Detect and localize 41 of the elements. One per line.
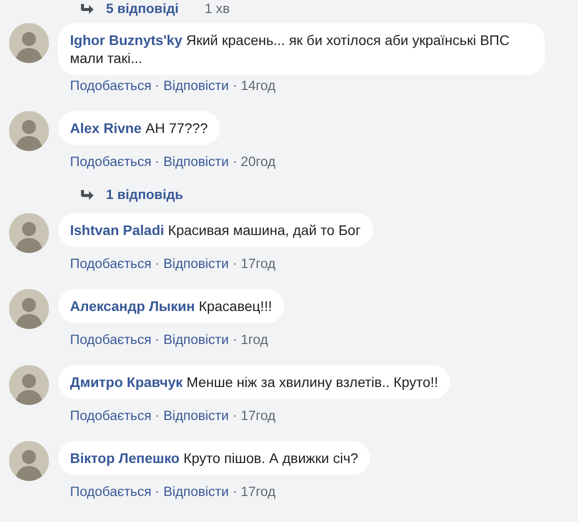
author-name-link[interactable]: Ighor Buznyts'ky (70, 32, 182, 48)
comment-time: 20год (240, 154, 276, 170)
reply-link[interactable]: Відповісти (163, 154, 229, 170)
like-link[interactable]: Подобається (70, 256, 152, 272)
author-name-link[interactable]: Alex Rivne (70, 120, 142, 136)
reply-link[interactable]: Відповісти (163, 484, 229, 500)
reply-link[interactable]: Відповісти (163, 408, 229, 424)
like-link[interactable]: Подобається (70, 408, 152, 424)
avatar[interactable] (9, 365, 49, 405)
comment-time: 14год (240, 78, 276, 94)
author-name-link[interactable]: Александр Лыкин (70, 298, 195, 314)
reply-arrow-icon (80, 190, 94, 200)
avatar[interactable] (9, 23, 49, 63)
avatar[interactable] (9, 111, 49, 151)
author-name-link[interactable]: Дмитро Кравчук (70, 374, 183, 390)
comment-text: Віктор Лепешко Круто пішов. А движки січ? (70, 449, 358, 467)
comment-text: Alex Rivne АН 77??? (70, 119, 208, 137)
comment-text: Ishtvan Paladi Красивая машина, дай то Бог (70, 221, 361, 239)
like-link[interactable]: Подобається (70, 154, 152, 170)
like-link[interactable]: Подобається (70, 484, 152, 500)
replies-link[interactable]: 5 відповіді (106, 1, 179, 17)
comment-text: Ighor Buznyts'ky Який красень... як би хотілося аби українські ВПС мали такі... (70, 31, 510, 67)
replies-link[interactable]: 1 відповідь (106, 187, 184, 203)
like-link[interactable]: Подобається (70, 332, 152, 348)
comment-text: Дмитро Кравчук Менше ніж за хвилину взлетів.. Круто!! (70, 373, 438, 391)
avatar[interactable] (9, 289, 49, 329)
reply-time: 1 хв (204, 1, 230, 17)
comment-time: 1год (240, 332, 268, 348)
reply-link[interactable]: Відповісти (163, 78, 229, 94)
like-link[interactable]: Подобається (70, 78, 152, 94)
comment-time: 17год (240, 408, 276, 424)
avatar[interactable] (9, 441, 49, 481)
reply-link[interactable]: Відповісти (163, 256, 229, 272)
comment-text: Александр Лыкин Красавец!!! (70, 297, 272, 315)
comment-time: 17год (240, 256, 276, 272)
author-name-link[interactable]: Віктор Лепешко (70, 450, 180, 466)
comment-time: 17год (240, 484, 276, 500)
avatar[interactable] (9, 213, 49, 253)
reply-arrow-icon (80, 4, 94, 14)
reply-link[interactable]: Відповісти (163, 332, 229, 348)
author-name-link[interactable]: Ishtvan Paladi (70, 222, 164, 238)
